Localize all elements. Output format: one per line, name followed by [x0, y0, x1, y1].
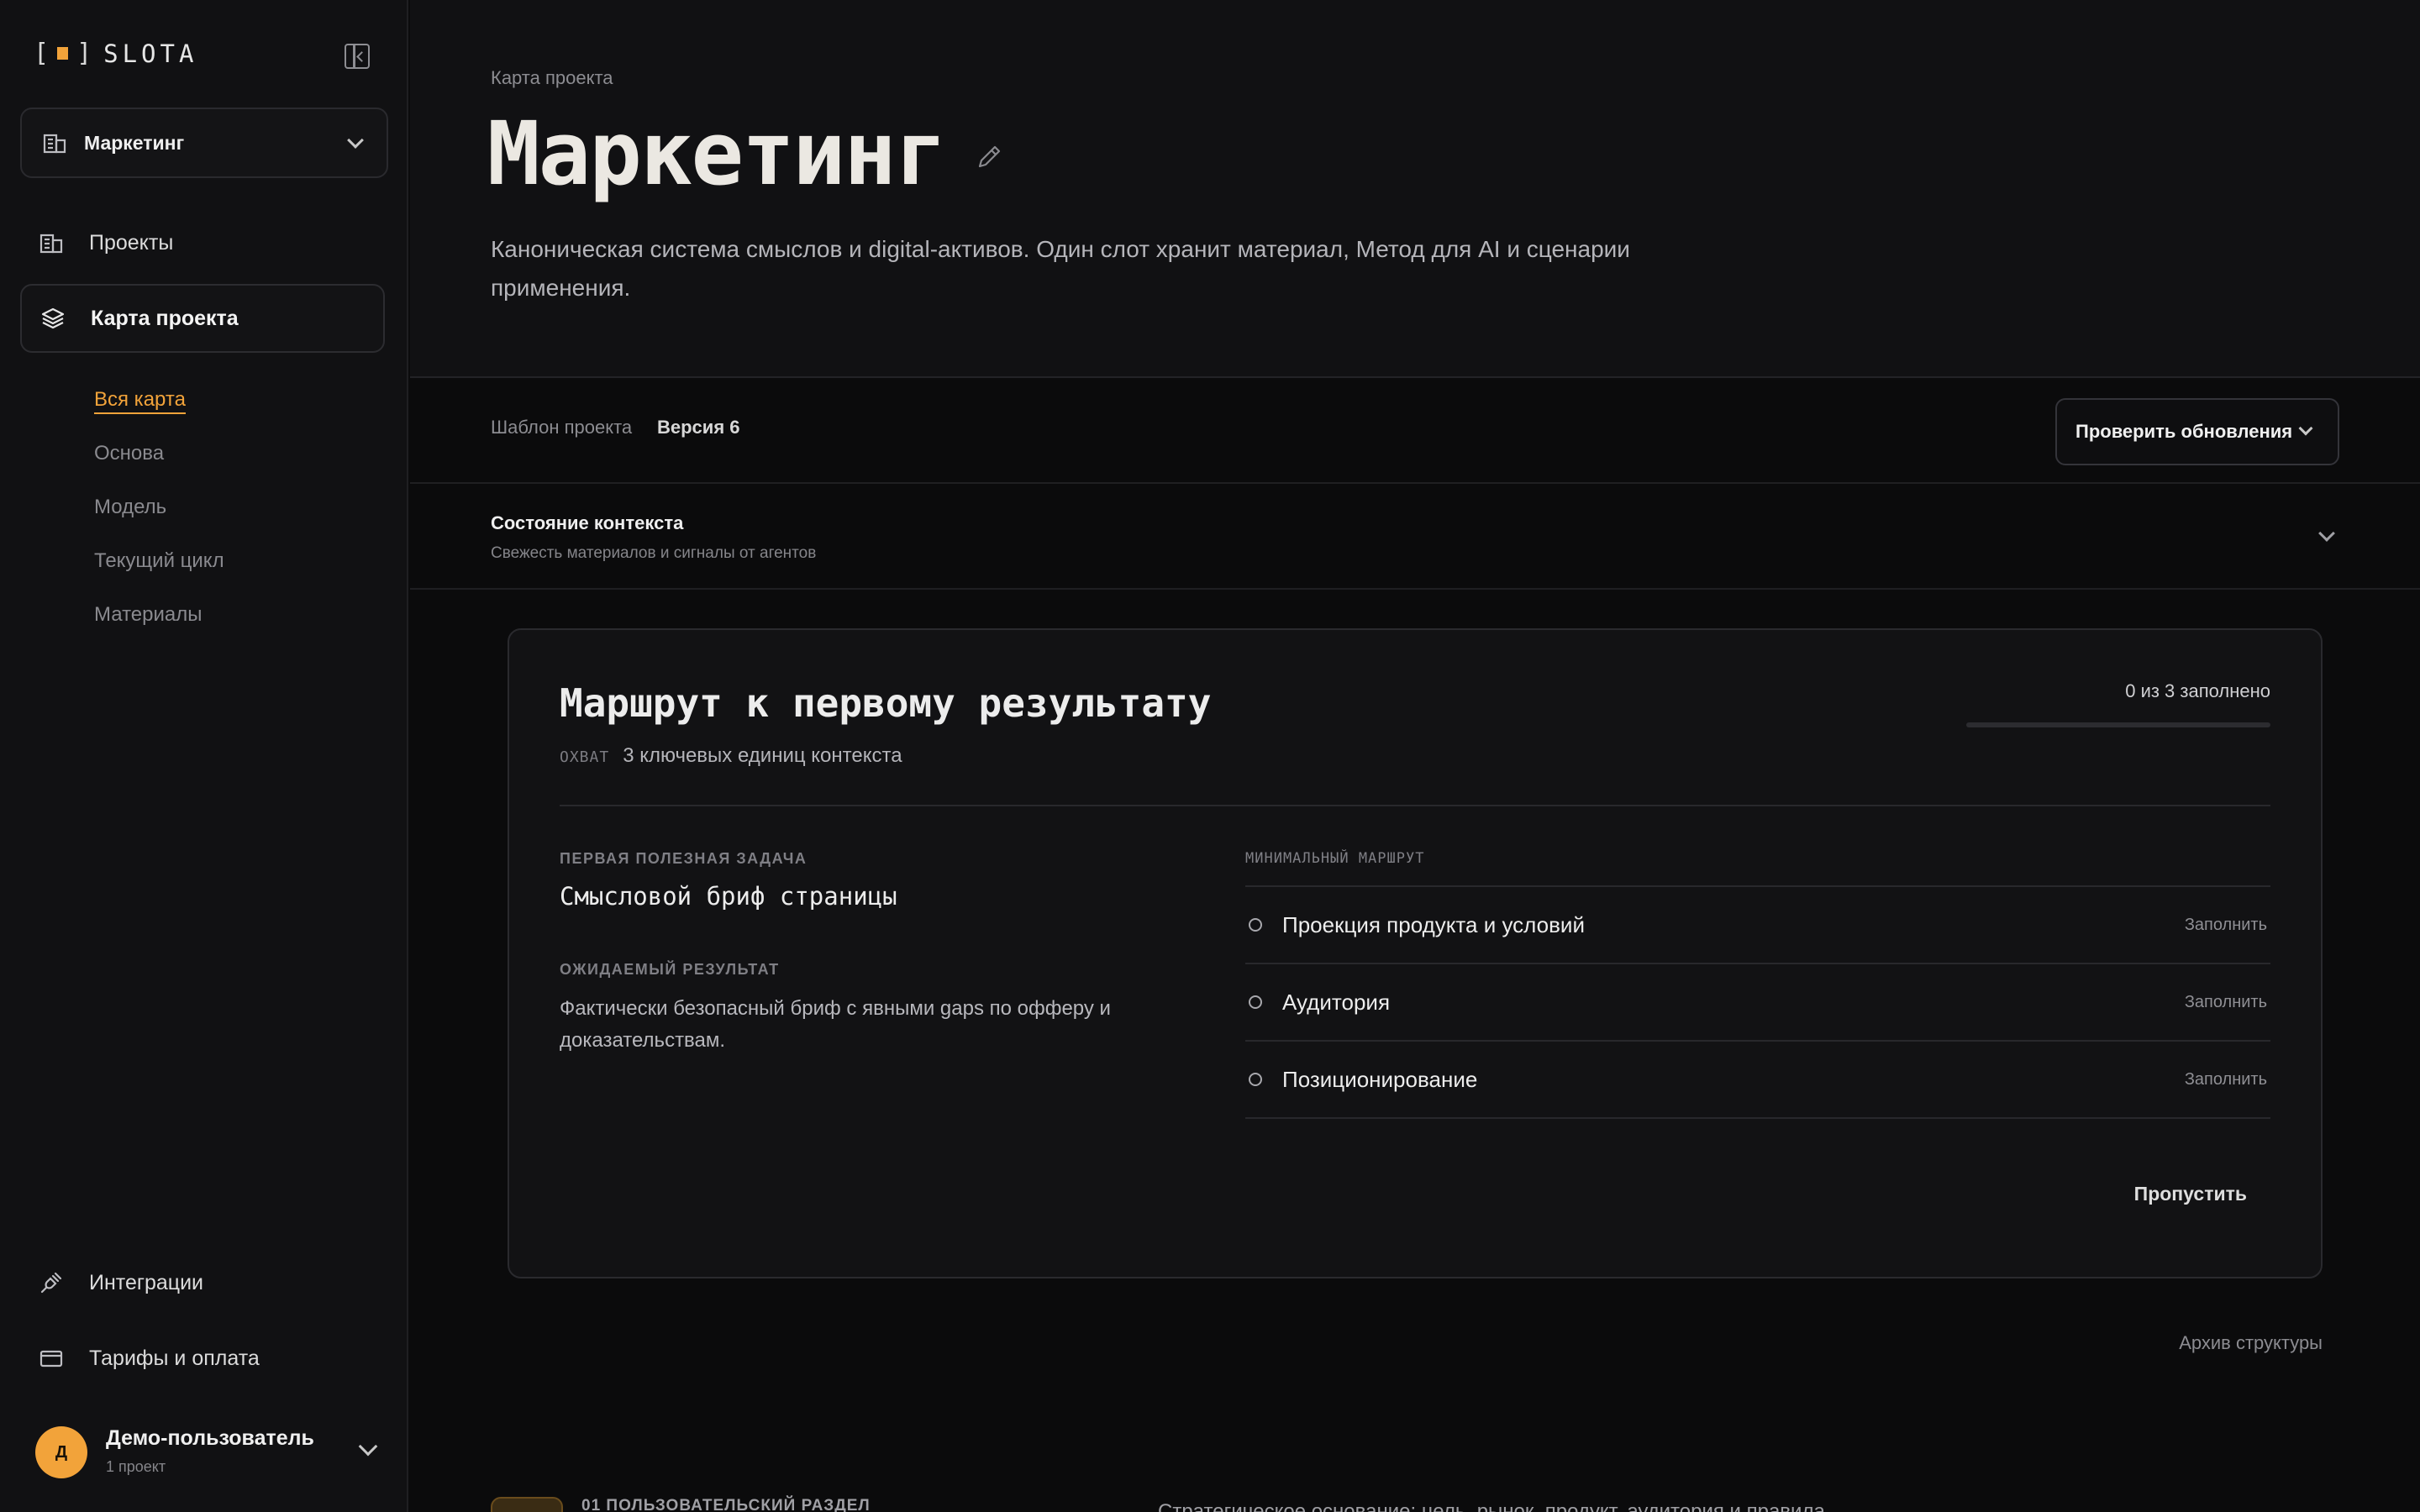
template-version: Версия 6: [657, 417, 740, 438]
building-icon: [42, 130, 67, 155]
main-content: Карта проекта Маркетинг Каноническая сис…: [410, 0, 2420, 1512]
building-icon: [39, 230, 64, 255]
chevron-down-icon: [358, 1436, 378, 1457]
page-title: Маркетинг: [487, 102, 948, 205]
route-list: Проекция продукта и условий Заполнить Ау…: [1245, 885, 2270, 1119]
collapse-sidebar-icon[interactable]: [345, 44, 370, 69]
project-map-subnav: Вся карта Основа Модель Текущий цикл Мат…: [94, 383, 224, 652]
logo-mark-icon: []: [34, 39, 92, 68]
nav-item-label: Проекты: [89, 230, 174, 255]
fill-button[interactable]: Заполнить: [2185, 993, 2267, 1012]
page-header: Карта проекта Маркетинг Каноническая сис…: [410, 0, 2420, 378]
sidebar: [] SLOTA Маркетинг Проекты Карта проекта…: [0, 0, 408, 1512]
route-item[interactable]: Позиционирование Заполнить: [1245, 1042, 2270, 1119]
avatar: Д: [35, 1426, 87, 1478]
nav-item-label: Интеграции: [89, 1270, 204, 1294]
chevron-down-icon: [2298, 421, 2313, 436]
context-state-toggle[interactable]: Состояние контекста Свежесть материалов …: [410, 486, 2420, 590]
divider: [560, 805, 2270, 806]
check-updates-label: Проверить обновления: [2075, 421, 2293, 442]
route-item-name: Позиционирование: [1282, 1066, 1478, 1092]
subnav-item-basis[interactable]: Основа: [94, 437, 224, 491]
first-task: Смысловой бриф страницы: [560, 882, 897, 911]
nav-item-billing[interactable]: Тарифы и оплата: [20, 1324, 385, 1393]
nav-item-project-map[interactable]: Карта проекта: [20, 284, 385, 353]
user-projects-count: 1 проект: [106, 1458, 166, 1475]
coverage-value: 3 ключевых единиц контекста: [623, 744, 902, 767]
plug-icon: [39, 1270, 64, 1295]
credit-card-icon: [39, 1346, 64, 1371]
minimal-route-label: МИНИМАЛЬНЫЙ МАРШРУТ: [1245, 850, 1425, 867]
subnav-item-model[interactable]: Модель: [94, 491, 224, 544]
subnav-item-all-map[interactable]: Вся карта: [94, 383, 224, 437]
card-title: Маршрут к первому результату: [560, 680, 1212, 726]
template-bar: Шаблон проекта Версия 6 Проверить обновл…: [410, 380, 2420, 484]
check-updates-button[interactable]: Проверить обновления: [2055, 398, 2339, 465]
user-name: Демо-пользователь: [106, 1426, 314, 1450]
template-label: Шаблон проекта: [491, 417, 633, 438]
coverage: ОХВАТ 3 ключевых единиц контекста: [560, 744, 902, 768]
fill-button[interactable]: Заполнить: [2185, 1070, 2267, 1089]
project-selector-label: Маркетинг: [84, 131, 185, 154]
route-item[interactable]: Аудитория Заполнить: [1245, 964, 2270, 1042]
empty-circle-icon: [1249, 1073, 1262, 1086]
context-subtitle: Свежесть материалов и сигналы от агентов: [491, 544, 817, 562]
empty-circle-icon: [1249, 918, 1262, 932]
section-description: Стратегическое основание: цель, рынок, п…: [1158, 1500, 1825, 1512]
fill-button[interactable]: Заполнить: [2185, 916, 2267, 935]
user-menu[interactable]: Д Демо-пользователь 1 проект: [35, 1423, 380, 1482]
project-selector[interactable]: Маркетинг: [20, 108, 388, 178]
structure-archive-link[interactable]: Архив структуры: [2179, 1332, 2323, 1354]
nav-item-label: Карта проекта: [91, 306, 239, 330]
chevron-down-icon: [2318, 525, 2335, 542]
subnav-item-materials[interactable]: Материалы: [94, 598, 224, 652]
logo-text: SLOTA: [103, 39, 198, 68]
empty-circle-icon: [1249, 995, 1262, 1009]
route-item[interactable]: Проекция продукта и условий Заполнить: [1245, 887, 2270, 964]
section-badge: [491, 1497, 563, 1512]
page-description: Каноническая система смыслов и digital-а…: [491, 236, 1630, 301]
layers-icon: [40, 306, 66, 331]
expected-result: Фактически безопасный бриф с явными gaps…: [560, 997, 1111, 1052]
nav-item-label: Тарифы и оплата: [89, 1346, 260, 1370]
context-title: Состояние контекста: [491, 512, 684, 533]
route-item-name: Аудитория: [1282, 989, 1391, 1015]
progress-text: 0 из 3 заполнено: [2125, 680, 2270, 701]
nav-item-integrations[interactable]: Интеграции: [20, 1248, 385, 1317]
next-section-peek: 01 ПОЛЬЗОВАТЕЛЬСКИЙ РАЗДЕЛ Стратегическо…: [491, 1494, 2339, 1512]
logo[interactable]: [] SLOTA: [34, 39, 197, 68]
expected-result-label: ОЖИДАЕМЫЙ РЕЗУЛЬТАТ: [560, 961, 780, 978]
section-label: 01 ПОЛЬЗОВАТЕЛЬСКИЙ РАЗДЕЛ: [581, 1497, 871, 1512]
chevron-down-icon: [347, 132, 364, 149]
coverage-label: ОХВАТ: [560, 748, 610, 766]
route-item-name: Проекция продукта и условий: [1282, 911, 1585, 937]
edit-pencil-icon[interactable]: [975, 141, 1005, 171]
progress-bar: [1966, 722, 2270, 727]
skip-button[interactable]: Пропустить: [2134, 1183, 2247, 1205]
breadcrumb[interactable]: Карта проекта: [491, 67, 613, 89]
first-result-route-card: Маршрут к первому результату ОХВАТ 3 клю…: [508, 628, 2323, 1278]
nav-item-projects[interactable]: Проекты: [20, 208, 385, 277]
subnav-item-current-cycle[interactable]: Текущий цикл: [94, 544, 224, 598]
first-task-label: ПЕРВАЯ ПОЛЕЗНАЯ ЗАДАЧА: [560, 850, 808, 867]
